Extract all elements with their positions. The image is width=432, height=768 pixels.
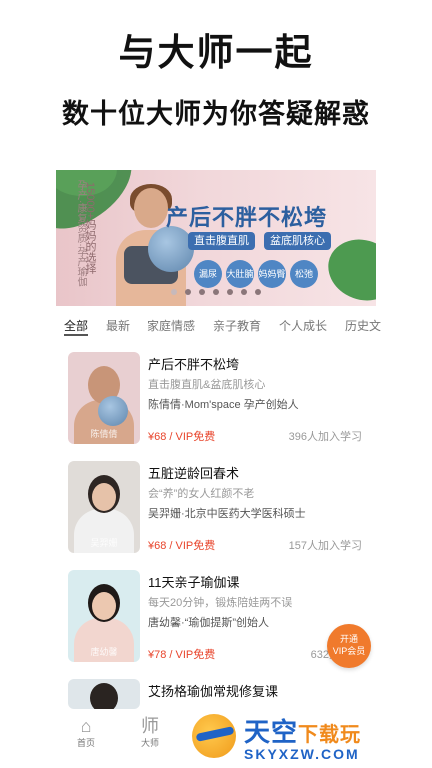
course-title: 五脏逆龄回春术 — [148, 466, 240, 481]
course-thumbnail: 陈倩倩 — [68, 352, 140, 444]
banner-vertical-text-2: 15000+妈妈的选择 — [84, 182, 96, 275]
course-price: ¥78 / VIP免费 — [148, 649, 216, 661]
carousel-dot[interactable] — [171, 289, 177, 295]
tab-all[interactable]: 全部 — [64, 317, 88, 334]
tab-active-indicator — [64, 334, 88, 336]
carousel-dot[interactable] — [185, 289, 191, 295]
watermark-text: 天空下载玩 — [244, 717, 362, 747]
banner-title: 产后不胖不松垮 — [166, 205, 328, 230]
banner-pill: 盆底肌核心 — [264, 232, 331, 250]
carousel-dot[interactable] — [241, 289, 247, 295]
yoga-ball-image — [148, 226, 194, 272]
carousel-dot[interactable] — [213, 289, 219, 295]
tab-history[interactable]: 历史文 — [345, 317, 381, 334]
course-card[interactable]: 艾扬格瑜伽常规修复课 — [68, 679, 378, 709]
nav-label: 大师 — [140, 738, 159, 748]
course-card[interactable]: 陈倩倩 产后不胖不松垮 直击腹直肌&盆底肌核心 陈倩倩·Mom'space 孕产… — [68, 352, 378, 448]
course-title: 产后不胖不松垮 — [148, 357, 240, 372]
course-author: 陈倩倩·Mom'space 孕产创始人 — [148, 399, 299, 411]
course-desc: 直击腹直肌&盆底肌核心 — [148, 379, 266, 391]
course-learners: 157人加入学习 — [288, 540, 362, 552]
course-desc: 每天20分钟，锻炼陪娃两不误 — [148, 597, 293, 609]
carousel-dots[interactable] — [56, 282, 376, 300]
course-author: 唐幼馨·“瑜伽提斯”创始人 — [148, 617, 269, 629]
carousel-dot[interactable] — [227, 289, 233, 295]
course-thumbnail: 唐幼馨 — [68, 570, 140, 662]
watermark-url: SKYXZW.COM — [244, 746, 360, 762]
nav-master[interactable]: 师 大师 — [130, 716, 170, 749]
course-learners: 396人加入学习 — [288, 431, 362, 443]
course-price: ¥68 / VIP免费 — [148, 540, 216, 552]
carousel-dot[interactable] — [199, 289, 205, 295]
home-icon: ⌂ — [80, 716, 92, 736]
carousel-dot[interactable] — [255, 289, 261, 295]
master-icon: 师 — [141, 716, 159, 736]
tab-growth[interactable]: 个人成长 — [279, 317, 327, 334]
hero-subtitle: 数十位大师为你答疑解惑 — [62, 99, 370, 129]
site-watermark: 天空下载玩 SKYXZW.COM — [188, 706, 428, 768]
tab-latest[interactable]: 最新 — [106, 317, 130, 334]
course-desc: 会“养”的女人红颜不老 — [148, 488, 255, 500]
nav-home[interactable]: ⌂ 首页 — [66, 716, 106, 749]
open-vip-button[interactable]: 开通 VIP会员 — [327, 624, 371, 668]
course-title: 11天亲子瑜伽课 — [148, 575, 240, 590]
nav-label: 首页 — [76, 738, 95, 748]
course-author: 吴羿姗·北京中医药大学医科硕士 — [148, 508, 306, 520]
course-card[interactable]: 吴羿姗 五脏逆龄回春术 会“养”的女人红颜不老 吴羿姗·北京中医药大学医科硕士 … — [68, 461, 378, 557]
course-thumbnail: 吴羿姗 — [68, 461, 140, 553]
banner-pill: 直击腹直肌 — [188, 232, 255, 250]
course-thumbnail — [68, 679, 140, 709]
course-price: ¥68 / VIP免费 — [148, 431, 216, 443]
tab-family[interactable]: 家庭情感 — [147, 317, 195, 334]
tab-parenting[interactable]: 亲子教育 — [213, 317, 261, 334]
hero-title: 与大师一起 — [118, 32, 314, 73]
course-title: 艾扬格瑜伽常规修复课 — [148, 684, 279, 699]
banner-carousel[interactable]: 孕产·康复资质·孕产瑜伽 15000+妈妈的选择 产后不胖不松垮 直击腹直肌 盆… — [56, 170, 376, 306]
